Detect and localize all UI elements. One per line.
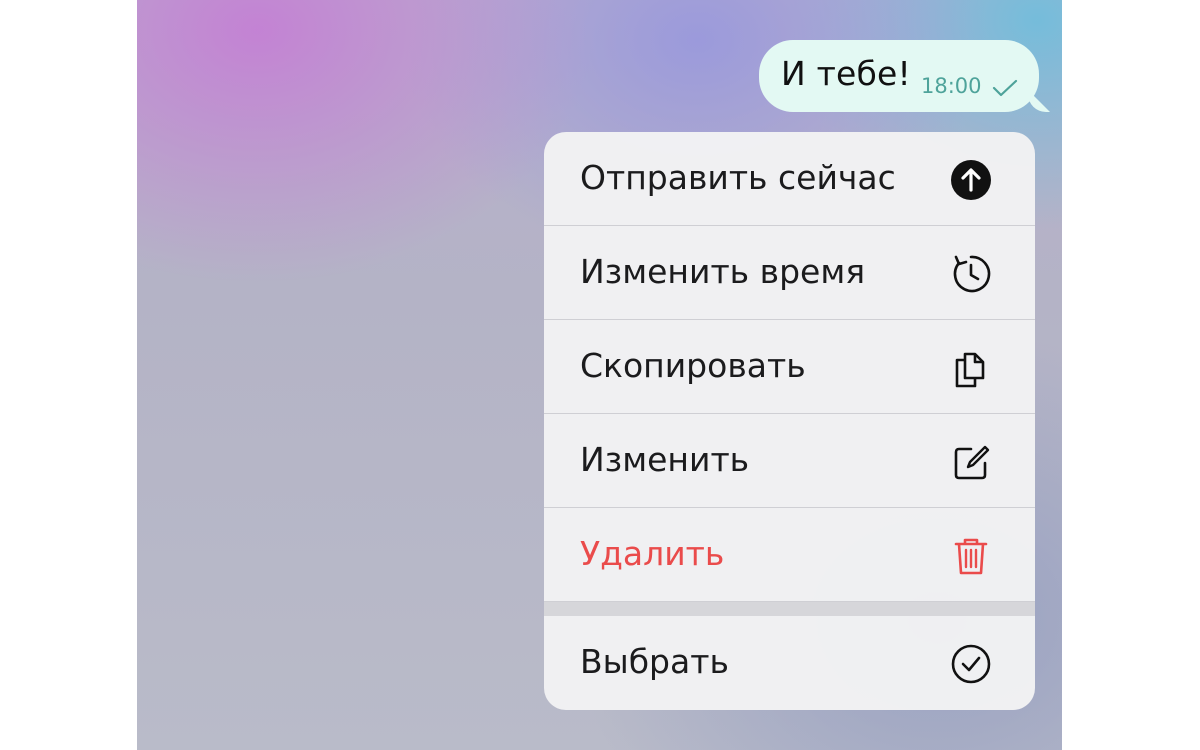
menu-item-label: Отправить сейчас — [580, 158, 896, 197]
menu-item-delete[interactable]: Удалить — [544, 508, 1035, 602]
message-time: 18:00 — [921, 74, 982, 98]
check-icon — [992, 79, 1018, 97]
clock-reschedule-icon — [953, 255, 991, 293]
menu-item-label: Изменить — [580, 440, 750, 479]
chat-screen: И тебе! 18:00 Отправить сейчас Изменить … — [137, 0, 1062, 750]
menu-item-edit[interactable]: Изменить — [544, 414, 1035, 508]
edit-square-pencil-icon — [954, 445, 990, 480]
copy-documents-icon — [955, 352, 985, 388]
check-circle-icon — [951, 644, 991, 684]
message-text: И тебе! — [781, 54, 911, 93]
menu-item-label: Удалить — [580, 534, 725, 573]
menu-item-send-now[interactable]: Отправить сейчас — [544, 132, 1035, 226]
send-now-arrow-up-icon — [951, 160, 991, 200]
menu-item-label: Скопировать — [580, 346, 806, 385]
menu-item-label: Изменить время — [580, 252, 866, 291]
bubble-tail — [1028, 90, 1050, 112]
trash-icon — [954, 538, 988, 575]
menu-group-separator — [544, 602, 1035, 616]
menu-item-label: Выбрать — [580, 642, 729, 681]
menu-item-change-time[interactable]: Изменить время — [544, 226, 1035, 320]
menu-item-select[interactable]: Выбрать — [544, 616, 1035, 710]
context-menu: Отправить сейчас Изменить время Скопиров… — [544, 132, 1035, 710]
menu-item-copy[interactable]: Скопировать — [544, 320, 1035, 414]
message-bubble[interactable]: И тебе! 18:00 — [759, 40, 1050, 112]
